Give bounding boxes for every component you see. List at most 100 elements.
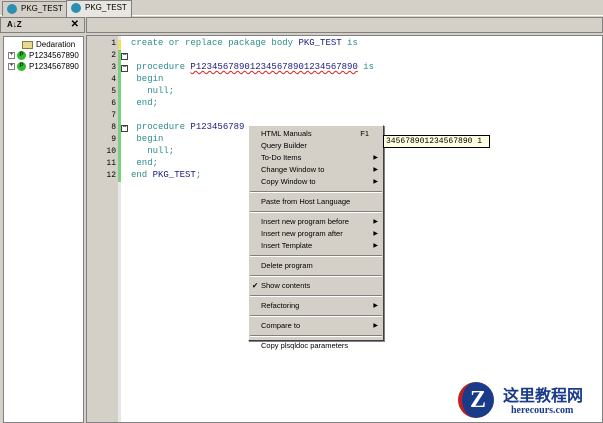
menu-shortcut: F1 — [360, 129, 369, 138]
tree-node-label: P1234567890 — [29, 62, 79, 71]
tab-pkg-test-body[interactable]: PKG_TEST — [66, 0, 132, 17]
menu-item-insert-new-program-before[interactable]: Insert new program before ▶ — [249, 216, 383, 228]
tree-node[interactable]: + P P1234567890 — [8, 51, 79, 62]
code-keyword: null; — [131, 86, 175, 96]
menu-separator — [250, 335, 382, 337]
line-number: 7 — [111, 111, 116, 120]
tree-node-label: P1234567890 — [29, 51, 79, 60]
menu-item-compare-to[interactable]: Compare to ▶ — [249, 320, 383, 332]
code-line: null; — [131, 86, 174, 96]
code-line: end; — [131, 98, 158, 108]
code-keyword: end — [131, 170, 153, 180]
context-menu: HTML Manuals F1 Query Builder To-Do Items ▶ C… — [248, 125, 384, 350]
menu-item-label: Copy plsqldoc parameters — [261, 341, 349, 350]
menu-item-label: To-Do Items — [261, 153, 302, 162]
code-identifier: PKG_TEST — [152, 170, 196, 180]
menu-item-label: HTML Manuals — [261, 129, 312, 138]
code-identifier: P123456789012345678901234567890 — [190, 62, 358, 72]
menu-item-html-manuals[interactable]: HTML Manuals F1 — [249, 128, 383, 140]
line-number: 5 — [111, 87, 116, 96]
menu-item-query-builder[interactable]: Query Builder — [249, 140, 383, 152]
line-number: 3 — [111, 63, 116, 72]
code-line: begin — [131, 134, 163, 144]
program-tree: Dedaration + P P1234567890 + P P1234567890 — [3, 36, 84, 423]
menu-item-copy-plsqldoc-parameters[interactable]: Copy plsqldoc parameters — [249, 340, 383, 352]
code-line: end; — [131, 158, 158, 168]
menu-separator — [250, 275, 382, 277]
submenu-arrow-icon: ▶ — [373, 219, 378, 225]
code-line: procedure P123456789 — [131, 122, 244, 132]
menu-item-label: Show contents — [261, 281, 311, 290]
submenu-arrow-icon: ▶ — [373, 179, 378, 185]
menu-item-insert-template[interactable]: Insert Template ▶ — [249, 240, 383, 252]
menu-item-change-window-to[interactable]: Change Window to ▶ — [249, 164, 383, 176]
menu-item-to-do-items[interactable]: To-Do Items ▶ — [249, 152, 383, 164]
expand-icon[interactable]: + — [8, 52, 15, 60]
code-keyword: end; — [131, 98, 159, 108]
code-line: null; — [131, 146, 174, 156]
folder-icon — [22, 40, 33, 49]
line-number: 12 — [106, 171, 116, 180]
code-keyword: begin — [131, 134, 164, 144]
package-icon — [7, 4, 17, 14]
logo-z-icon: Z — [458, 382, 494, 418]
tooltip: 345678901234567890 1 — [383, 135, 490, 148]
code-identifier: P123456789 — [190, 122, 245, 132]
tab-pkg-test-spec[interactable]: PKG_TEST — [2, 1, 68, 16]
code-keyword: procedure — [131, 122, 191, 132]
menu-item-insert-new-program-after[interactable]: Insert new program after ▶ — [249, 228, 383, 240]
checkmark-icon: ✔ — [252, 281, 259, 290]
code-keyword: begin — [131, 74, 164, 84]
code-keyword: null; — [131, 146, 175, 156]
package-icon — [71, 3, 81, 13]
menu-separator — [250, 211, 382, 213]
menu-item-label: Insert new program before — [261, 217, 349, 226]
line-number: 8 — [111, 123, 116, 132]
watermark-title: 这里教程网 — [503, 388, 584, 405]
code-keyword: is — [357, 62, 375, 72]
code-line: procedure P12345678901234567890123456789… — [131, 62, 374, 72]
code-identifier: PKG_TEST — [298, 38, 342, 48]
line-number: 6 — [111, 99, 116, 108]
line-number: 10 — [106, 147, 116, 156]
line-number: 4 — [111, 75, 116, 84]
menu-item-refactoring[interactable]: Refactoring ▶ — [249, 300, 383, 312]
menu-item-label: Insert new program after — [261, 229, 343, 238]
menu-item-label: Query Builder — [261, 141, 307, 150]
expand-icon[interactable]: + — [8, 63, 15, 71]
code-keyword: is — [341, 38, 358, 48]
menu-item-label: Refactoring — [261, 301, 300, 310]
procedure-icon: P — [17, 51, 26, 61]
line-number: 2 — [111, 51, 116, 60]
sort-icon[interactable]: A↓Z — [7, 20, 22, 29]
modified-change-marker — [118, 40, 121, 50]
menu-separator — [250, 315, 382, 317]
fold-toggle-icon[interactable]: − — [121, 64, 128, 72]
code-keyword: ; — [195, 170, 202, 180]
menu-item-label: Copy Window to — [261, 177, 316, 186]
watermark-url: herecours.com — [511, 405, 574, 416]
submenu-arrow-icon: ▶ — [373, 303, 378, 309]
fold-toggle-icon[interactable]: − — [121, 52, 128, 60]
menu-item-show-contents[interactable]: ✔ Show contents — [249, 280, 383, 292]
menu-item-delete-program[interactable]: Delete program — [249, 260, 383, 272]
code-line: create or replace package body PKG_TEST … — [131, 38, 358, 48]
submenu-arrow-icon: ▶ — [373, 167, 378, 173]
tree-node[interactable]: + P P1234567890 — [8, 62, 79, 73]
tree-node[interactable]: Dedaration — [8, 40, 75, 51]
watermark-logo: Z 这里教程网 herecours.com — [455, 380, 603, 423]
fold-toggle-icon[interactable]: − — [121, 124, 128, 132]
code-keyword: create or replace package body — [131, 38, 299, 48]
submenu-arrow-icon: ▶ — [373, 155, 378, 161]
menu-item-label: Paste from Host Language — [261, 197, 351, 206]
menu-item-label: Insert Template — [261, 241, 313, 250]
menu-item-label: Compare to — [261, 321, 301, 330]
close-icon[interactable]: ✕ — [71, 19, 79, 30]
submenu-arrow-icon: ▶ — [373, 231, 378, 237]
menu-item-copy-window-to[interactable]: Copy Window to ▶ — [249, 176, 383, 188]
code-keyword: end; — [131, 158, 159, 168]
program-browser: A↓Z ✕ Dedaration + P P1234567890 + P P12345678… — [0, 17, 85, 423]
menu-item-paste-from-host-language[interactable]: Paste from Host Language — [249, 196, 383, 208]
menu-item-label: Delete program — [261, 261, 313, 270]
menu-separator — [250, 255, 382, 257]
